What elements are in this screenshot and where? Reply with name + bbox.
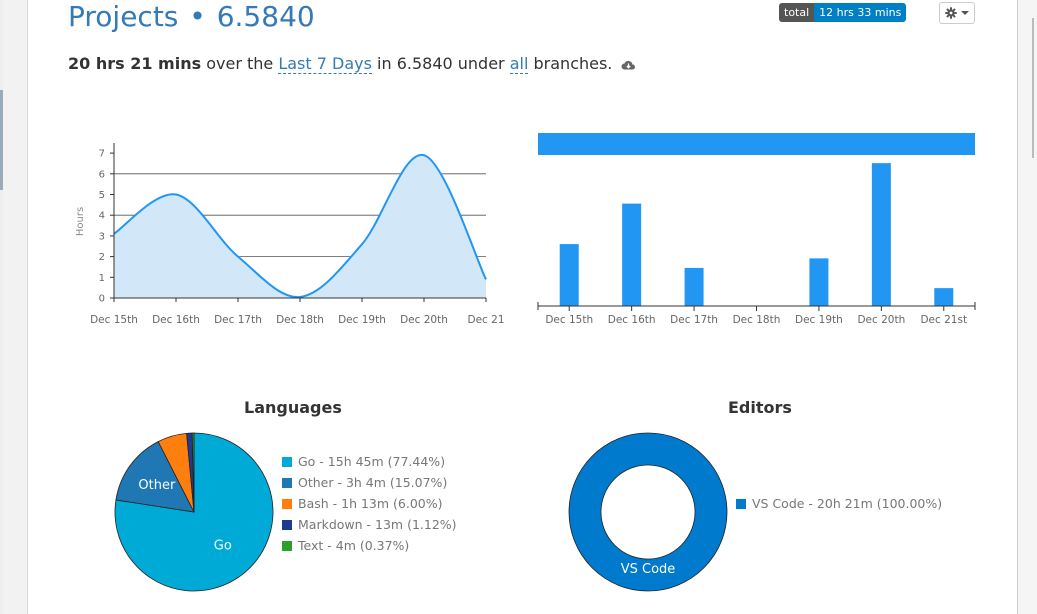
x-tick-label: Dec 19th <box>338 314 386 326</box>
y-tick-label: 0 <box>99 294 105 305</box>
summary-line: 20 hrs 21 mins over the Last 7 Days in 6… <box>68 54 636 74</box>
scrollbar-thumb[interactable] <box>1032 18 1034 158</box>
y-tick-label: 1 <box>99 273 105 284</box>
summary-text-branches: branches. <box>528 54 613 73</box>
y-tick-label: 7 <box>99 149 105 160</box>
total-time-badge[interactable]: total 12 hrs 33 mins <box>779 3 907 22</box>
chevron-down-icon <box>961 11 969 15</box>
legend-item: Bash - 1h 13m (6.00%) <box>282 493 457 514</box>
total-badge-label: total <box>779 3 815 22</box>
y-tick-label: 4 <box>99 211 105 222</box>
x-tick-label: Dec 18th <box>733 314 781 326</box>
legend-swatch <box>736 498 746 509</box>
project-name: 6.5840 <box>216 0 315 33</box>
total-badge-value: 12 hrs 33 mins <box>814 3 907 22</box>
legend-label: Other - 3h 4m (15.07%) <box>298 475 448 490</box>
legend-swatch <box>282 540 292 551</box>
legend-swatch <box>282 456 292 467</box>
y-tick-label: 5 <box>99 190 105 201</box>
languages-pie-chart: Go Other <box>114 432 274 592</box>
editors-donut-chart: VS Code <box>568 432 728 592</box>
legend-item: Go - 15h 45m (77.44%) <box>282 451 457 472</box>
y-tick-label: 6 <box>99 169 105 180</box>
legend-swatch <box>282 477 292 488</box>
x-tick-label: Dec 16th <box>608 314 656 326</box>
editors-legend: VS Code - 20h 21m (100.00%) <box>736 493 942 514</box>
legend-label: Go - 15h 45m (77.44%) <box>298 454 446 469</box>
summary-text-over: over the <box>201 54 279 73</box>
date-range-link[interactable]: Last 7 Days <box>278 54 372 74</box>
x-tick-label: Dec 20th <box>400 314 448 326</box>
editors-title: Editors <box>728 398 792 417</box>
y-tick-label: 2 <box>99 252 105 263</box>
gear-icon <box>945 7 957 19</box>
daily-bar-chart: Dec 15th Dec 16th Dec 17th Dec 18th Dec 19th… <box>537 133 976 326</box>
x-tick-label: Dec 21 <box>467 314 504 326</box>
languages-title: Languages <box>244 398 342 417</box>
donut-hole <box>600 464 696 560</box>
bar <box>622 203 642 306</box>
x-tick-label: Dec 20th <box>857 314 905 326</box>
bar <box>934 288 954 306</box>
y-tick-label: 3 <box>99 231 105 242</box>
languages-legend: Go - 15h 45m (77.44%) Other - 3h 4m (15.0… <box>282 451 457 556</box>
legend-swatch <box>282 498 292 509</box>
area-fill <box>114 154 486 298</box>
bar <box>559 244 579 306</box>
slice-label: VS Code <box>621 562 676 577</box>
legend-label: Text - 4m (0.37%) <box>298 538 410 553</box>
legend-label: Markdown - 13m (1.12%) <box>298 517 457 532</box>
slice-label: Go <box>214 539 232 554</box>
scrollbar[interactable] <box>1017 0 1037 614</box>
x-tick-label: Dec 18th <box>276 314 324 326</box>
legend-label: VS Code - 20h 21m (100.00%) <box>752 496 943 511</box>
slice-label: Other <box>138 478 176 493</box>
summary-text-in: in 6.5840 under <box>371 54 510 73</box>
x-tick-label: Dec 19th <box>795 314 843 326</box>
bar-chart-header-band <box>538 133 975 155</box>
x-tick-label: Dec 15th <box>545 314 593 326</box>
x-tick-label: Dec 16th <box>152 314 200 326</box>
x-tick-label: Dec 15th <box>90 314 138 326</box>
legend-label: Bash - 1h 13m (6.00%) <box>298 496 443 511</box>
projects-link[interactable]: Projects <box>68 0 178 33</box>
y-axis-label: Hours <box>75 207 86 236</box>
cloud-download-icon[interactable] <box>621 59 636 71</box>
bar <box>871 163 891 306</box>
x-tick-label: Dec 17th <box>214 314 262 326</box>
legend-item: VS Code - 20h 21m (100.00%) <box>736 493 942 514</box>
legend-item: Text - 4m (0.37%) <box>282 535 457 556</box>
legend-item: Other - 3h 4m (15.07%) <box>282 472 457 493</box>
title-separator: • <box>189 0 206 33</box>
x-tick-label: Dec 17th <box>670 314 718 326</box>
hours-area-chart: 0 1 2 3 4 5 6 7 Dec 15th Dec 16th Dec 17th Dec 18th… <box>75 143 505 326</box>
legend-item: Markdown - 13m (1.12%) <box>282 514 457 535</box>
summary-duration: 20 hrs 21 mins <box>68 54 202 73</box>
page-title: Projects • 6.5840 <box>68 0 315 34</box>
edge-marker <box>0 90 3 190</box>
branches-link[interactable]: all <box>509 54 529 74</box>
legend-swatch <box>282 519 292 530</box>
bar <box>809 258 829 306</box>
bar <box>684 267 704 306</box>
window-left-edge <box>0 0 3 614</box>
settings-dropdown-button[interactable] <box>939 2 975 24</box>
x-tick-label: Dec 21st <box>920 314 967 326</box>
